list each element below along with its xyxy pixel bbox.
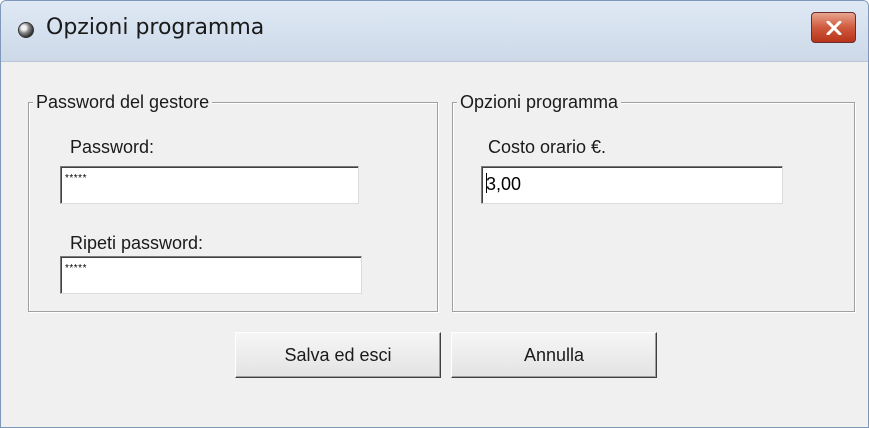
options-groupbox: Opzioni programma Costo orario €. 3,00	[452, 91, 855, 312]
repeat-password-field[interactable]: *****	[60, 256, 362, 294]
save-and-exit-button[interactable]: Salva ed esci	[235, 332, 441, 378]
hourly-cost-value: 3,00	[486, 174, 522, 194]
password-label: Password:	[70, 137, 155, 157]
hourly-cost-field[interactable]: 3,00	[481, 166, 783, 204]
password-group-legend: Password del gestore	[33, 91, 213, 113]
close-icon	[826, 20, 841, 35]
options-group-legend: Opzioni programma	[457, 91, 622, 113]
cost-label: Costo orario €.	[488, 137, 607, 157]
app-orb-icon	[18, 22, 34, 38]
password-groupbox: Password del gestore Password: ***** Rip…	[28, 91, 438, 312]
password-field[interactable]: *****	[60, 166, 359, 204]
window-title: Opzioni programma	[46, 15, 265, 40]
dialog-content: Password del gestore Password: ***** Rip…	[9, 62, 860, 427]
title-bar[interactable]: Opzioni programma	[1, 1, 868, 62]
repeat-password-label: Ripeti password:	[70, 233, 204, 253]
cancel-button[interactable]: Annulla	[451, 332, 657, 378]
dialog-window: Opzioni programma Password del gestore P…	[0, 0, 869, 428]
close-button[interactable]	[811, 12, 856, 43]
